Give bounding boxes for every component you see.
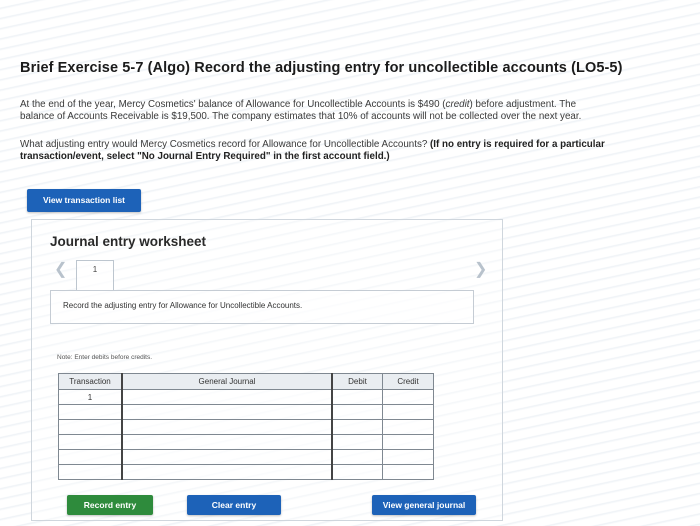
table-row: 1 [58, 389, 434, 405]
table-row [58, 404, 434, 420]
entry-note: Note: Enter debits before credits. [57, 354, 153, 361]
problem-text-1b: ) before adjustment. The [469, 99, 577, 110]
table-row [58, 419, 434, 435]
table-row [58, 449, 434, 465]
debit-input[interactable] [331, 404, 383, 420]
account-select[interactable] [121, 449, 333, 465]
page-title: Brief Exercise 5-7 (Algo) Record the adj… [20, 60, 623, 76]
table-header-row: Transaction General Journal Debit Credit [58, 373, 434, 390]
problem-text-1a: At the end of the year, Mercy Cosmetics'… [20, 99, 446, 110]
transaction-cell [58, 449, 123, 465]
header-credit: Credit [382, 373, 434, 390]
account-select[interactable] [121, 434, 333, 450]
problem-paragraph: At the end of the year, Mercy Cosmetics'… [20, 99, 680, 123]
credit-italic: credit [445, 99, 470, 110]
debit-input[interactable] [331, 449, 383, 465]
worksheet-title: Journal entry worksheet [50, 234, 207, 249]
table-row [58, 434, 434, 450]
question-text: What adjusting entry would Mercy Cosmeti… [20, 139, 428, 150]
instruction-text-b: transaction/event, select "No Journal En… [20, 151, 390, 162]
transaction-cell [58, 434, 123, 450]
chevron-right-icon[interactable]: ❯ [474, 262, 487, 278]
account-select[interactable] [121, 419, 333, 435]
transaction-cell [58, 464, 123, 480]
header-debit: Debit [331, 373, 383, 390]
credit-input[interactable] [382, 464, 434, 480]
table-row [58, 464, 434, 480]
credit-input[interactable] [382, 404, 434, 420]
clear-entry-button[interactable]: Clear entry [187, 495, 281, 515]
problem-text-2: balance of Accounts Receivable is $19,50… [20, 111, 582, 122]
chevron-left-icon[interactable]: ❮ [54, 262, 67, 278]
journal-table: Transaction General Journal Debit Credit… [58, 373, 434, 480]
debit-input[interactable] [331, 434, 383, 450]
transaction-cell [58, 404, 123, 420]
instruction-text-a: (If no entry is required for a particula… [430, 139, 605, 150]
account-select[interactable] [121, 389, 333, 405]
header-transaction: Transaction [58, 373, 123, 390]
transaction-cell: 1 [58, 389, 123, 405]
credit-input[interactable] [382, 419, 434, 435]
debit-input[interactable] [331, 419, 383, 435]
record-entry-button[interactable]: Record entry [67, 495, 153, 515]
header-general-journal: General Journal [121, 373, 333, 390]
tab-transaction-1[interactable]: 1 [76, 260, 114, 291]
question-paragraph: What adjusting entry would Mercy Cosmeti… [20, 139, 680, 163]
account-select[interactable] [121, 464, 333, 480]
credit-input[interactable] [382, 389, 434, 405]
transaction-cell [58, 419, 123, 435]
debit-input[interactable] [331, 389, 383, 405]
view-general-journal-button[interactable]: View general journal [372, 495, 476, 515]
worksheet-instruction: Record the adjusting entry for Allowance… [63, 301, 303, 310]
credit-input[interactable] [382, 449, 434, 465]
credit-input[interactable] [382, 434, 434, 450]
account-select[interactable] [121, 404, 333, 420]
debit-input[interactable] [331, 464, 383, 480]
view-transaction-list-button[interactable]: View transaction list [27, 189, 141, 212]
